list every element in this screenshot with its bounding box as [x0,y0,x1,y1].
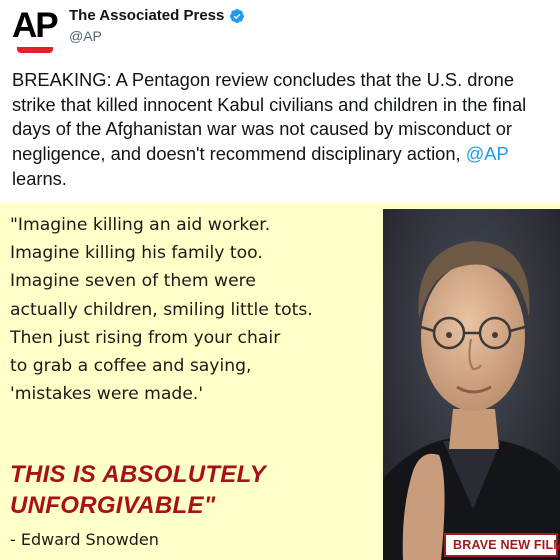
ap-logo[interactable]: AP [12,6,60,58]
tweet-text: BREAKING: A Pentagon review concludes th… [12,68,552,192]
brave-new-films-badge: BRAVE NEW FILMS [444,533,560,557]
tweet-text-body: BREAKING: A Pentagon review concludes th… [12,69,527,165]
verified-badge-icon [230,8,245,23]
ap-logo-bar [17,47,53,53]
tweet-text-end: learns. [12,167,67,189]
quote-emphasis: THIS IS ABSOLUTELY UNFORGIVABLE" [10,461,267,519]
ap-logo-letters: AP [12,6,59,45]
mention-link[interactable]: @AP [466,143,509,164]
speaker-photo [383,209,560,560]
account-name-row: The Associated Press [69,7,245,24]
quote-attribution: - Edward Snowden [10,530,159,549]
account-handle[interactable]: @AP [69,28,102,44]
account-name[interactable]: The Associated Press [69,7,224,24]
tweet-card: AP The Associated Press @AP BREAKING: A … [0,0,560,203]
quote-text: "Imagine killing an aid worker. Imagine … [10,215,313,405]
brand-label: BRAVE NEW FILMS [453,538,560,552]
